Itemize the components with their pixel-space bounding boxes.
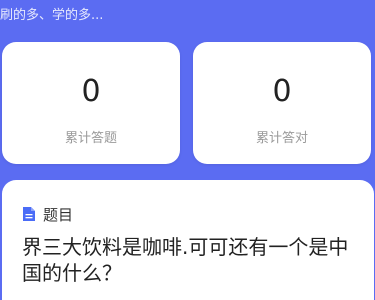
total-correct-label: 累计答对: [255, 131, 308, 146]
question-section-label: 题目: [43, 205, 74, 224]
question-card: 题目 界三大饮料是咖啡.可可还有一个是中国的什么？: [2, 180, 374, 300]
total-correct-card: 0 累计答对: [193, 42, 371, 164]
header-tagline: 刷的多、学的多...: [0, 7, 104, 23]
total-answered-label: 累计答题: [64, 131, 117, 146]
total-answered-card: 0 累计答题: [2, 42, 180, 164]
document-icon: [23, 207, 35, 221]
question-header: 题目: [22, 204, 73, 224]
total-correct-value: 0: [272, 74, 292, 109]
total-answered-value: 0: [81, 74, 101, 109]
question-text: 界三大饮料是咖啡.可可还有一个是中国的什么？: [22, 235, 349, 285]
